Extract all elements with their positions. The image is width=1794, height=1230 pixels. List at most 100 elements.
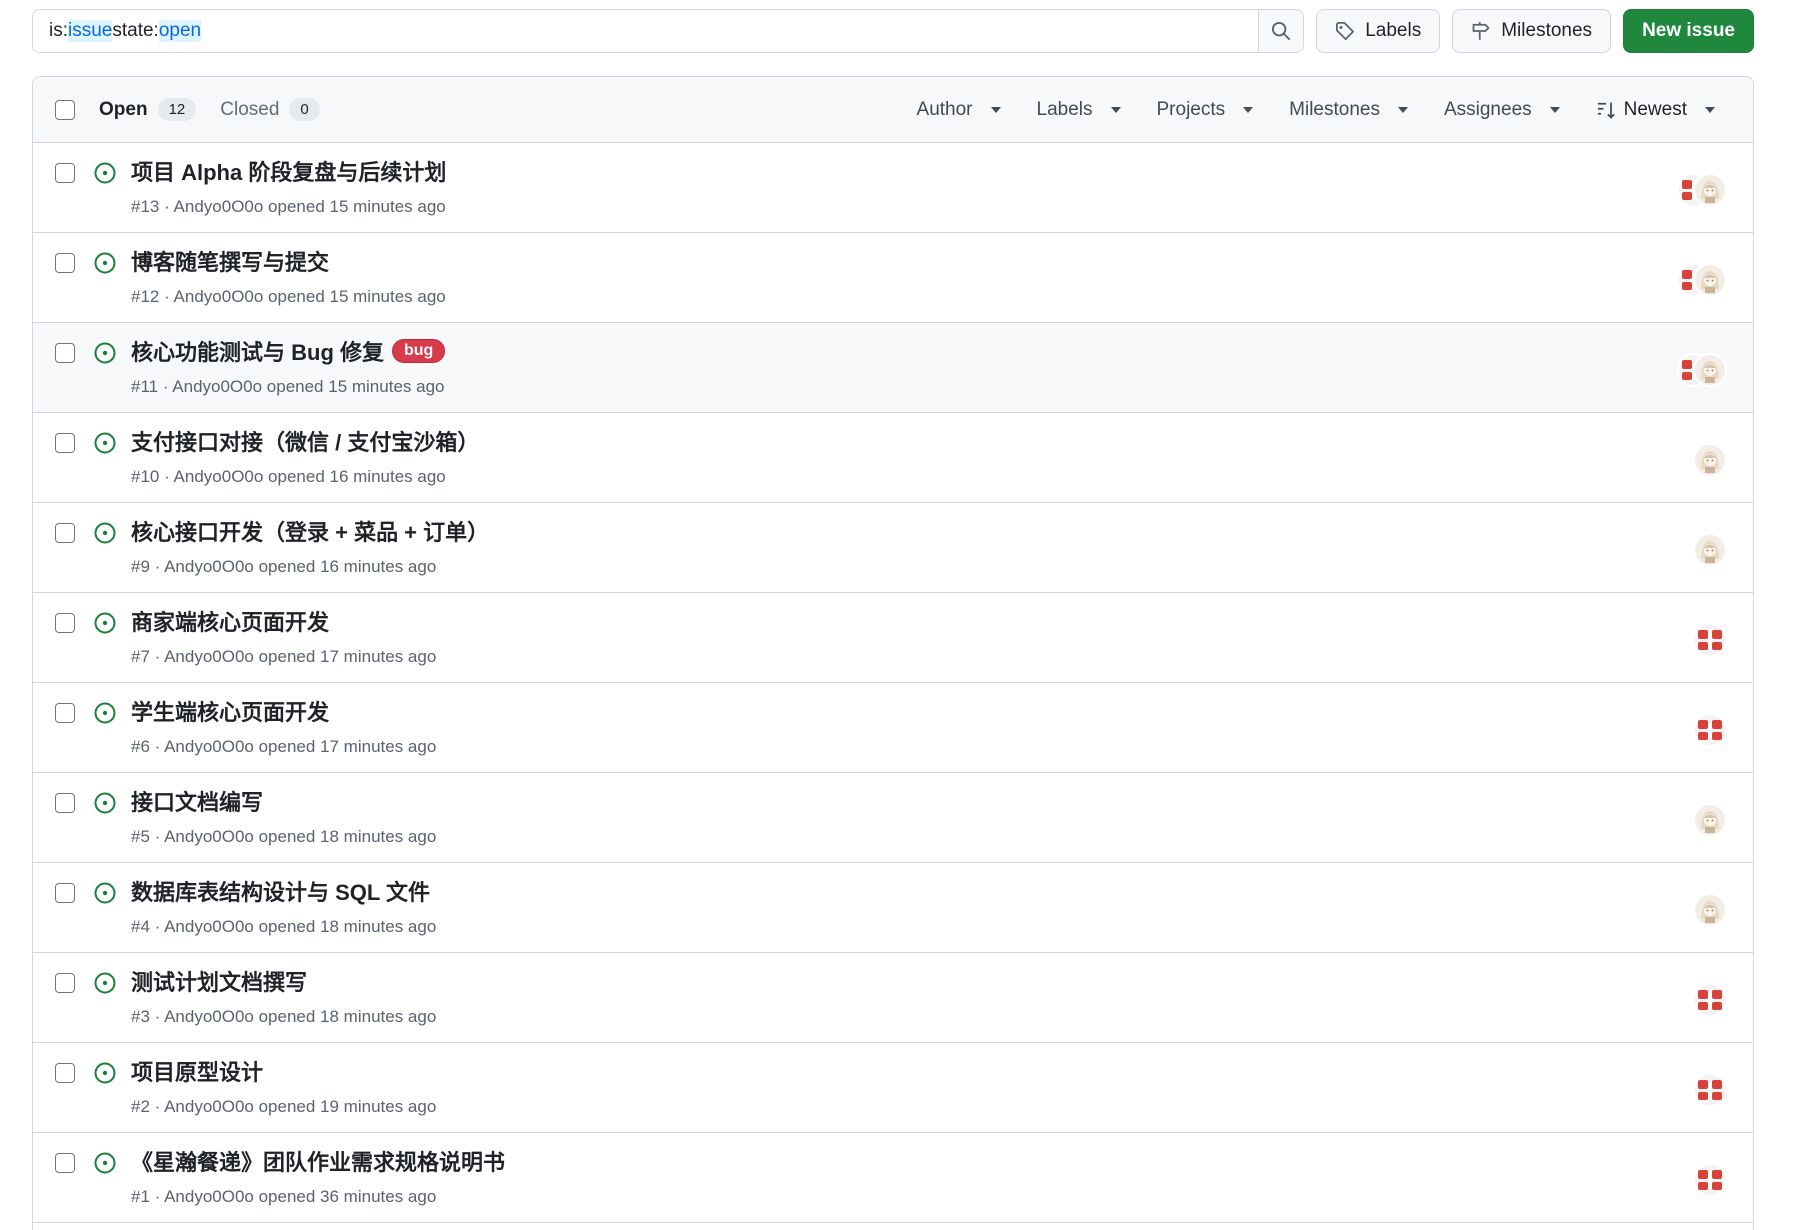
issue-meta: #5 · Andyo0O0o opened 18 minutes ago (131, 827, 437, 846)
search-qualifier-value: open (158, 20, 202, 42)
red-pattern-avatar[interactable] (1693, 623, 1727, 657)
tab-open[interactable]: Open 12 (99, 98, 197, 121)
assignee-avatars[interactable] (1677, 173, 1727, 207)
issue-checkbox[interactable] (55, 883, 75, 903)
search-qualifier-value: issue (68, 20, 113, 42)
closed-count-badge: 0 (289, 98, 320, 121)
issue-row[interactable]: 博客随笔撰写与提交 #12 · Andyo0O0o opened 15 minu… (33, 233, 1753, 323)
issue-checkbox[interactable] (55, 253, 75, 273)
assignee-avatars[interactable] (1693, 623, 1727, 657)
anime-girl-avatar[interactable] (1693, 803, 1727, 837)
issue-title-link[interactable]: 学生端核心页面开发 (131, 695, 329, 727)
issue-checkbox[interactable] (55, 163, 75, 183)
labels-button[interactable]: Labels (1316, 9, 1441, 53)
search-input[interactable]: is: issue state: open (33, 10, 1259, 52)
assignee-avatars[interactable] (1693, 443, 1727, 477)
milestones-button[interactable]: Milestones (1452, 9, 1612, 53)
assignee-avatars[interactable] (1693, 1163, 1727, 1197)
anime-girl-avatar[interactable] (1693, 353, 1727, 387)
assignee-avatars[interactable] (1693, 713, 1727, 747)
anime-girl-avatar[interactable] (1693, 443, 1727, 477)
issue-meta: #12 · Andyo0O0o opened 15 minutes ago (131, 287, 446, 306)
issue-title-group: 测试计划文档撰写 (131, 965, 307, 997)
tab-closed[interactable]: Closed 0 (220, 98, 320, 121)
label-bug-badge[interactable]: bug (392, 339, 446, 363)
issue-row[interactable]: 测试计划文档撰写 #3 · Andyo0O0o opened 18 minute… (33, 953, 1753, 1043)
chevron-down-icon (1110, 106, 1121, 113)
issue-row[interactable]: 学生端核心页面开发 #6 · Andyo0O0o opened 17 minut… (33, 683, 1753, 773)
issue-opened-icon (94, 522, 116, 544)
issue-title-link[interactable]: 项目 Alpha 阶段复盘与后续计划 (131, 155, 446, 187)
issues-list-panel: Open 12 Closed 0 Author Labels Projects … (32, 76, 1754, 1230)
issue-checkbox[interactable] (55, 1063, 75, 1083)
anime-girl-avatar[interactable] (1693, 263, 1727, 297)
issue-row[interactable]: 《星瀚餐递》团队作业需求规格说明书 #1 · Andyo0O0o opened … (33, 1133, 1753, 1223)
search-button[interactable] (1258, 10, 1304, 52)
issue-row[interactable]: 核心功能测试与 Bug 修复 bug #11 · Andyo0O0o opene… (33, 323, 1753, 413)
issue-title-link[interactable]: 接口文档编写 (131, 785, 263, 817)
issue-row[interactable]: 项目原型设计 #2 · Andyo0O0o opened 19 minutes … (33, 1043, 1753, 1133)
issue-checkbox[interactable] (55, 793, 75, 813)
filter-author[interactable]: Author (899, 99, 1019, 121)
issue-checkbox[interactable] (55, 703, 75, 723)
issue-title-link[interactable]: 支付接口对接（微信 / 支付宝沙箱） (131, 425, 479, 457)
issue-title-link[interactable]: 数据库表结构设计与 SQL 文件 (131, 875, 430, 907)
assignee-avatars[interactable] (1693, 1073, 1727, 1107)
filter-assignees[interactable]: Assignees (1426, 99, 1578, 121)
issue-title-link[interactable]: 商家端核心页面开发 (131, 605, 329, 637)
filter-milestones[interactable]: Milestones (1271, 99, 1426, 121)
search-bar[interactable]: is: issue state: open (32, 9, 1305, 53)
issue-checkbox[interactable] (55, 613, 75, 633)
issue-title-link[interactable]: 博客随笔撰写与提交 (131, 245, 329, 277)
anime-girl-avatar[interactable] (1693, 893, 1727, 927)
issue-opened-icon (94, 612, 116, 634)
issue-meta: #9 · Andyo0O0o opened 16 minutes ago (131, 557, 437, 576)
issue-checkbox[interactable] (55, 973, 75, 993)
new-issue-button[interactable]: New issue (1623, 9, 1754, 53)
issue-opened-icon (94, 702, 116, 724)
issue-title-link[interactable]: 测试计划文档撰写 (131, 965, 307, 997)
issue-meta: #6 · Andyo0O0o opened 17 minutes ago (131, 737, 437, 756)
issue-checkbox[interactable] (55, 523, 75, 543)
issue-title-link[interactable]: 《星瀚餐递》团队作业需求规格说明书 (131, 1145, 505, 1177)
sort-label: Newest (1623, 98, 1687, 120)
assignee-avatars[interactable] (1677, 353, 1727, 387)
chevron-down-icon (1549, 106, 1560, 113)
issue-opened-icon (94, 1152, 116, 1174)
issue-row[interactable]: 核心接口开发（登录 + 菜品 + 订单） #9 · Andyo0O0o open… (33, 503, 1753, 593)
red-pattern-avatar[interactable] (1693, 1073, 1727, 1107)
tab-open-label: Open (99, 98, 148, 120)
issue-row[interactable]: 项目 Alpha 阶段复盘与后续计划 #13 · Andyo0O0o opene… (33, 143, 1753, 233)
anime-girl-avatar[interactable] (1693, 173, 1727, 207)
assignee-avatars[interactable] (1693, 533, 1727, 567)
issue-opened-icon (94, 792, 116, 814)
issue-checkbox[interactable] (55, 433, 75, 453)
red-pattern-avatar[interactable] (1693, 983, 1727, 1017)
assignee-avatars[interactable] (1693, 983, 1727, 1017)
issue-title-link[interactable]: 项目原型设计 (131, 1055, 263, 1087)
issue-title-group: 数据库表结构设计与 SQL 文件 (131, 875, 430, 907)
issue-meta: #13 · Andyo0O0o opened 15 minutes ago (131, 197, 446, 216)
issue-row[interactable]: 数据库表结构设计与 SQL 文件 #4 · Andyo0O0o opened 1… (33, 863, 1753, 953)
issue-checkbox[interactable] (55, 343, 75, 363)
issue-row[interactable]: 支付接口对接（微信 / 支付宝沙箱） #10 · Andyo0O0o opene… (33, 413, 1753, 503)
open-count-badge: 12 (157, 98, 197, 121)
assignee-avatars[interactable] (1677, 263, 1727, 297)
filter-projects[interactable]: Projects (1139, 99, 1272, 121)
anime-girl-avatar[interactable] (1693, 533, 1727, 567)
sort-newest[interactable]: Newest (1578, 99, 1733, 121)
issue-title-link[interactable]: 核心功能测试与 Bug 修复 (131, 335, 384, 367)
new-issue-button-label: New issue (1642, 20, 1735, 41)
assignee-avatars[interactable] (1693, 803, 1727, 837)
issue-row[interactable]: 接口文档编写 #5 · Andyo0O0o opened 18 minutes … (33, 773, 1753, 863)
issue-meta: #10 · Andyo0O0o opened 16 minutes ago (131, 467, 446, 486)
select-all-checkbox[interactable] (55, 99, 75, 120)
issue-checkbox[interactable] (55, 1153, 75, 1173)
red-pattern-avatar[interactable] (1693, 713, 1727, 747)
issue-title-group: 项目 Alpha 阶段复盘与后续计划 (131, 155, 446, 187)
issue-row[interactable]: 商家端核心页面开发 #7 · Andyo0O0o opened 17 minut… (33, 593, 1753, 683)
assignee-avatars[interactable] (1693, 893, 1727, 927)
filter-labels[interactable]: Labels (1019, 99, 1139, 121)
red-pattern-avatar[interactable] (1693, 1163, 1727, 1197)
issue-title-link[interactable]: 核心接口开发（登录 + 菜品 + 订单） (131, 515, 489, 547)
